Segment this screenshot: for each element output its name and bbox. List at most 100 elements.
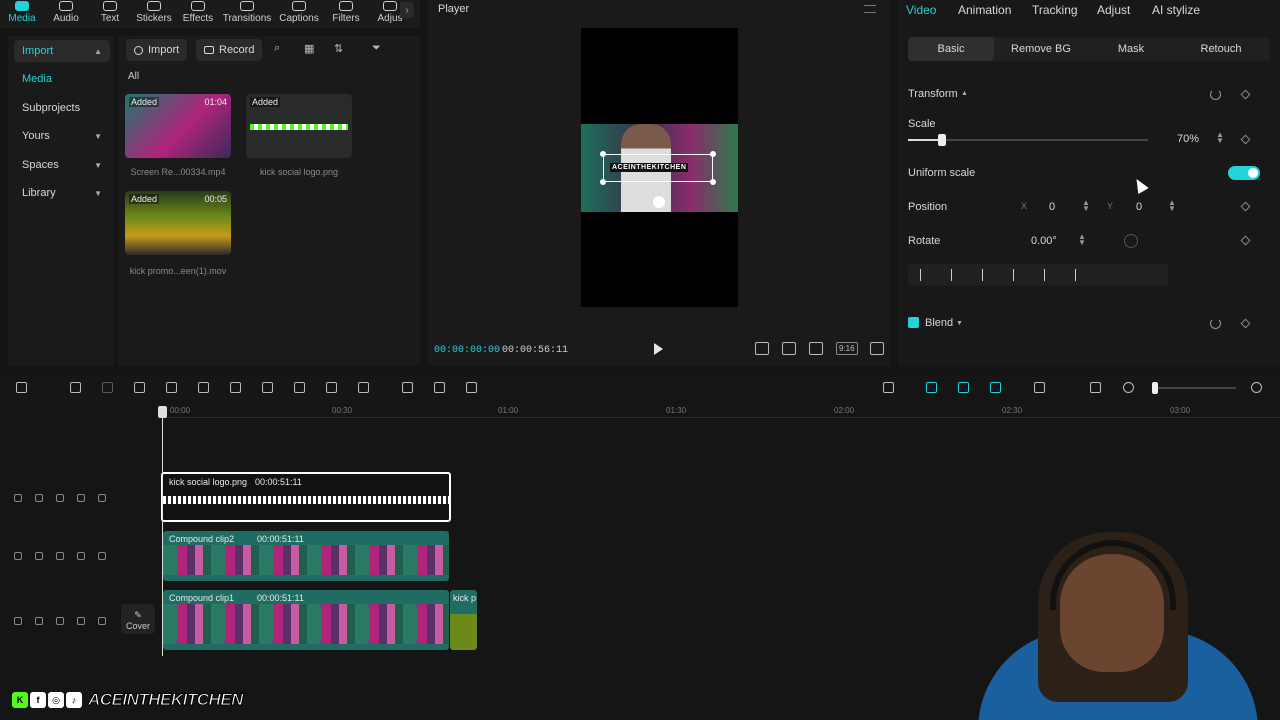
blend-checkbox[interactable]	[908, 317, 919, 328]
more-icon[interactable]	[98, 617, 106, 625]
rotate-tool-icon[interactable]	[358, 382, 369, 393]
scale-slider-handle[interactable]	[937, 134, 946, 146]
aspect-ratio-button[interactable]: 9:16	[836, 342, 858, 355]
zoom-in-icon[interactable]	[1251, 382, 1262, 393]
freeze-icon[interactable]	[402, 382, 413, 393]
select-tool-icon[interactable]	[16, 382, 27, 393]
sidebar-item-import[interactable]: Import ▲	[14, 40, 110, 62]
resize-handle[interactable]	[710, 151, 716, 157]
chevron-right-icon[interactable]: ›	[400, 2, 414, 18]
menu-icon[interactable]	[864, 5, 876, 13]
import-button[interactable]: Import	[126, 39, 188, 61]
mirror-icon[interactable]	[326, 382, 337, 393]
tab-video[interactable]: Video	[906, 3, 936, 17]
tab-captions[interactable]: Captions	[274, 0, 324, 28]
keyframe-icon[interactable]	[1240, 89, 1251, 100]
stepper-icon[interactable]: ▲ ▼	[1216, 131, 1224, 145]
tab-ai-stylize[interactable]: AI stylize	[1152, 3, 1200, 17]
blend-heading[interactable]: Blend	[925, 317, 953, 329]
speaker-icon[interactable]	[77, 494, 85, 502]
split-right-icon[interactable]	[198, 382, 209, 393]
sidebar-item-subprojects[interactable]: Subprojects	[14, 97, 110, 119]
tab-stickers[interactable]: Stickers	[132, 0, 176, 28]
marker-icon[interactable]	[262, 382, 273, 393]
reset-icon[interactable]	[1210, 89, 1221, 100]
resize-handle[interactable]	[600, 151, 606, 157]
rotate-input[interactable]: 0.00°	[1031, 235, 1057, 247]
lock-icon[interactable]	[35, 617, 43, 625]
lock-icon[interactable]	[35, 494, 43, 502]
lock-icon[interactable]	[35, 552, 43, 560]
crop-tool-icon[interactable]	[294, 382, 305, 393]
resize-handle[interactable]	[600, 179, 606, 185]
keyframe-icon[interactable]	[1240, 201, 1251, 212]
selection-box[interactable]: ACEINTHEKITCHEN	[600, 151, 716, 185]
eye-icon[interactable]	[56, 494, 64, 502]
tab-adjust-inspector[interactable]: Adjust	[1097, 3, 1130, 17]
eye-icon[interactable]	[56, 617, 64, 625]
tab-text[interactable]: Text	[88, 0, 132, 28]
keyframe-icon[interactable]	[1240, 134, 1251, 145]
magic-icon[interactable]	[434, 382, 445, 393]
grid-view-icon[interactable]: ▦	[304, 42, 314, 55]
uniform-scale-toggle[interactable]	[1228, 166, 1260, 180]
delete-icon[interactable]	[230, 382, 241, 393]
cover-button[interactable]: ✎ Cover	[121, 604, 155, 634]
sidebar-item-media[interactable]: Media	[14, 68, 110, 90]
zoom-slider-handle[interactable]	[1152, 382, 1158, 394]
time-ruler[interactable]: 00:00 00:30 01:00 01:30 02:00 02:30 03:0…	[160, 404, 1280, 418]
fit-icon[interactable]	[1090, 382, 1101, 393]
redo-icon[interactable]	[102, 382, 113, 393]
sort-icon[interactable]: ⇅	[334, 42, 343, 55]
subtab-retouch[interactable]: Retouch	[1178, 37, 1264, 61]
stepper-icon[interactable]: ▲ ▼	[1082, 199, 1090, 213]
scale-value[interactable]: 70%	[1177, 133, 1199, 145]
track-toggle-icon[interactable]	[14, 617, 22, 625]
resize-handle[interactable]	[710, 179, 716, 185]
preview-axis-icon[interactable]	[990, 382, 1001, 393]
fullscreen-icon[interactable]	[870, 342, 884, 355]
keyframe-icon[interactable]	[1240, 318, 1251, 329]
media-filter-all[interactable]: All	[128, 71, 139, 82]
media-thumb-kick-promo[interactable]: Added 00:05	[125, 191, 231, 255]
tab-filters[interactable]: Filters	[324, 0, 368, 28]
eye-icon[interactable]	[56, 552, 64, 560]
sidebar-item-yours[interactable]: Yours ▼	[14, 125, 110, 147]
preview-canvas[interactable]: ACEINTHEKITCHEN	[581, 28, 738, 307]
sidebar-item-library[interactable]: Library ▼	[14, 182, 110, 204]
subtab-basic[interactable]: Basic	[908, 37, 994, 61]
tab-effects[interactable]: Effects	[176, 0, 220, 28]
speaker-icon[interactable]	[77, 617, 85, 625]
person-icon[interactable]	[466, 382, 477, 393]
clip-compound-2[interactable]: Compound clip2 00:00:51:11	[163, 531, 449, 581]
quality-icon[interactable]	[782, 342, 796, 355]
rotate-icon[interactable]	[653, 196, 665, 208]
tab-tracking[interactable]: Tracking	[1032, 3, 1078, 17]
track-toggle-icon[interactable]	[14, 494, 22, 502]
tab-animation[interactable]: Animation	[958, 3, 1011, 17]
split-audio-icon[interactable]	[1034, 382, 1045, 393]
sidebar-item-spaces[interactable]: Spaces ▼	[14, 154, 110, 176]
rotate-dial[interactable]	[1124, 234, 1138, 248]
zoom-slider[interactable]	[1156, 387, 1236, 389]
tab-transitions[interactable]: Transitions	[220, 0, 274, 28]
align-left-icon[interactable]	[920, 269, 932, 281]
split-icon[interactable]	[134, 382, 145, 393]
more-icon[interactable]	[98, 494, 106, 502]
track-toggle-icon[interactable]	[14, 552, 22, 560]
align-right-icon[interactable]	[982, 269, 994, 281]
stepper-icon[interactable]: ▲ ▼	[1078, 233, 1086, 247]
clip-kick-promo[interactable]: kick p	[450, 590, 477, 650]
tab-media[interactable]: Media	[0, 0, 44, 28]
transform-heading[interactable]: Transform	[908, 88, 958, 100]
split-left-icon[interactable]	[166, 382, 177, 393]
filter-icon[interactable]: ⏷	[372, 42, 381, 55]
keyframe-icon[interactable]	[1240, 235, 1251, 246]
clip-kick-logo[interactable]: kick social logo.png 00:00:51:11	[161, 472, 451, 522]
align-middle-icon[interactable]	[1044, 269, 1056, 281]
link-icon[interactable]	[926, 382, 937, 393]
align-top-icon[interactable]	[1013, 269, 1025, 281]
reset-icon[interactable]	[1210, 318, 1221, 329]
subtab-remove-bg[interactable]: Remove BG	[998, 37, 1084, 61]
speaker-icon[interactable]	[77, 552, 85, 560]
